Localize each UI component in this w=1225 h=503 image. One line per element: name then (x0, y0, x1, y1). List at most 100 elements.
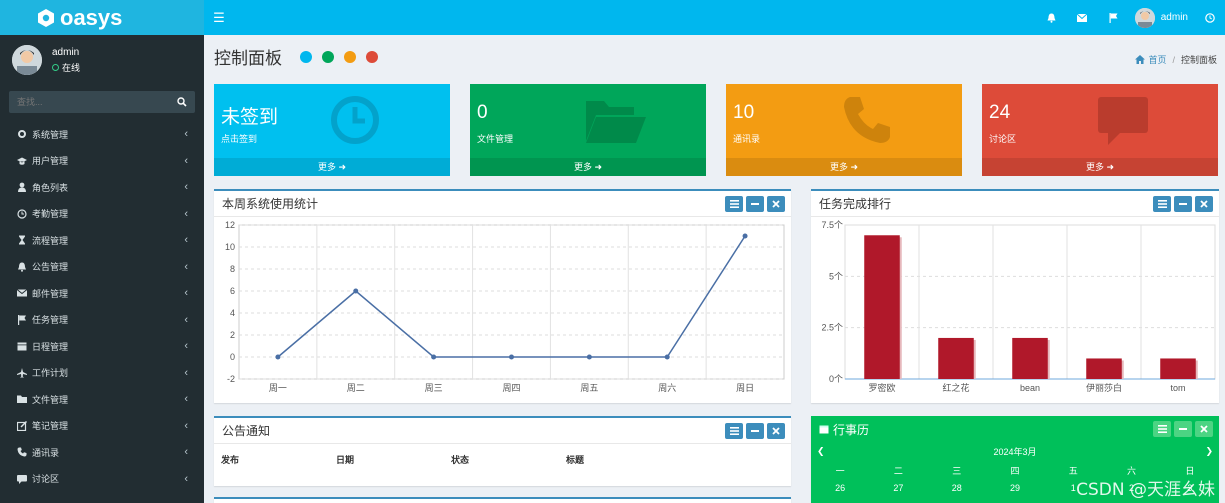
sidebar-item[interactable]: 通讯录 ‹ (0, 439, 204, 466)
bell-icon[interactable] (1036, 0, 1067, 35)
sidebar-item-label: 用户管理 (32, 156, 69, 167)
user-avatar (1134, 7, 1155, 28)
sidebar-item[interactable]: 任务管理 ‹ (0, 307, 204, 334)
user-menu[interactable]: admin (1129, 7, 1194, 28)
theme-dot-orange[interactable] (344, 50, 356, 63)
sidebar-item[interactable]: 文件管理 ‹ (0, 386, 204, 413)
stat-more-link[interactable]: 更多 ➜ (470, 158, 706, 176)
bar (1086, 358, 1122, 379)
panel-header: 公告通知 (214, 418, 791, 444)
sidebar-item-label: 公告管理 (32, 262, 69, 273)
weekday-label: 二 (893, 465, 903, 476)
y-tick-label: 4 (230, 308, 235, 318)
sidebar-menu: 系统管理 ‹ 用户管理 ‹ 角色列表 ‹ 考勤管理 ‹ 流程管理 ‹ 公告管理 ‹ 邮件管理 ‹ 任务管理 ‹… (0, 121, 204, 492)
panel-header: 行事历 (811, 416, 1219, 442)
data-point (431, 354, 437, 360)
breadcrumb: 首页 / 控制面板 (1135, 53, 1217, 66)
chevron-left-icon: ‹ (184, 287, 188, 300)
hexagon-logo-icon (38, 8, 54, 27)
data-point (742, 233, 748, 239)
search-icon[interactable] (169, 91, 195, 113)
sidebar-item[interactable]: 角色列表 ‹ (0, 174, 204, 201)
close-icon[interactable] (1195, 421, 1213, 437)
flag-icon[interactable] (1098, 0, 1129, 35)
list-icon[interactable] (1153, 195, 1171, 212)
theme-dot-green[interactable] (322, 50, 334, 63)
sidebar-item[interactable]: 公告管理 ‹ (0, 254, 204, 281)
stat-box-forum[interactable]: 24 讨论区 更多 ➜ (982, 84, 1218, 176)
x-tick-label: 周六 (658, 382, 676, 393)
stat-value: 10 (733, 102, 755, 123)
sidebar: admin 在线 系统管理‹用户管理‹角色列表‹考勤管理‹流程管理‹公告管理‹邮… (0, 35, 204, 503)
minimize-icon[interactable] (746, 195, 764, 212)
list-icon[interactable] (725, 422, 743, 439)
list-icon[interactable] (1153, 421, 1171, 437)
calendar-day[interactable]: 27 (869, 483, 927, 493)
panel-tools (1153, 195, 1213, 212)
brand-logo[interactable]: oasys (0, 0, 204, 35)
close-icon[interactable] (1195, 195, 1213, 212)
sidebar-toggle-icon[interactable]: ☰ (204, 10, 234, 26)
sidebar-item-label: 考勤管理 (32, 209, 69, 220)
breadcrumb-current: 控制面板 (1180, 55, 1217, 65)
sidebar-item[interactable]: 工作计划 ‹ (0, 360, 204, 387)
chevron-right-icon[interactable]: ❯ (1205, 446, 1213, 457)
close-icon[interactable] (767, 422, 785, 439)
chevron-left-icon[interactable]: ❮ (817, 446, 825, 457)
app-root: oasys ☰ admin admin 在线 查找... 系统管理 ‹ 用户管理… (0, 0, 1225, 503)
sidebar-item[interactable]: 考勤管理 ‹ (0, 201, 204, 228)
chevron-left-icon: ‹ (184, 234, 188, 247)
envelope-icon[interactable] (1067, 0, 1098, 35)
sidebar-item[interactable]: 系统管理 ‹ (0, 121, 204, 148)
stat-box-contacts[interactable]: 10 通讯录 更多 ➜ (726, 84, 962, 176)
y-tick-label: 8 (230, 264, 235, 274)
sidebar-item[interactable]: 用户管理 ‹ (0, 148, 204, 175)
data-point (586, 354, 592, 360)
online-status-icon (52, 63, 59, 71)
sidebar-item[interactable]: 日程管理 ‹ (0, 333, 204, 360)
sidebar-item[interactable]: 流程管理 ‹ (0, 227, 204, 254)
panel-tools (725, 422, 785, 439)
stat-more-link[interactable]: 更多 ➜ (214, 158, 450, 176)
weekday-label: 三 (952, 465, 962, 476)
list-icon[interactable] (725, 195, 743, 212)
clock-icon[interactable] (1194, 0, 1225, 35)
y-tick-label: 2.5个 (821, 323, 843, 333)
flag-icon (17, 314, 27, 325)
stat-label[interactable]: 点击签到 (221, 132, 257, 145)
sidebar-item[interactable]: 笔记管理 ‹ (0, 413, 204, 440)
breadcrumb-separator: / (1172, 54, 1175, 65)
chevron-left-icon: ‹ (184, 446, 188, 459)
chevron-left-icon: ‹ (184, 154, 188, 167)
chevron-left-icon: ‹ (184, 181, 188, 194)
minimize-icon[interactable] (746, 422, 764, 439)
sidebar-item[interactable]: 讨论区 ‹ (0, 466, 204, 493)
data-point (353, 288, 359, 294)
sidebar-item[interactable]: 邮件管理 ‹ (0, 280, 204, 307)
breadcrumb-home[interactable]: 首页 (1135, 53, 1166, 66)
graduation-cap-icon (17, 156, 27, 166)
phone-icon (17, 447, 27, 457)
stat-box-signin[interactable]: 未签到 点击签到 更多 ➜ (214, 84, 450, 176)
chevron-left-icon: ‹ (184, 393, 188, 406)
gear-icon (17, 129, 27, 139)
stat-more-link[interactable]: 更多 ➜ (726, 158, 962, 176)
phone-icon (844, 97, 890, 143)
theme-dot-blue[interactable] (300, 50, 312, 63)
stat-more-link[interactable]: 更多 ➜ (982, 158, 1218, 176)
theme-dot-red[interactable] (366, 50, 378, 63)
bar (864, 235, 900, 379)
sidebar-search-input[interactable] (9, 97, 169, 107)
bar (1012, 337, 1048, 379)
calendar-day[interactable]: 26 (811, 483, 869, 493)
stat-value: 24 (989, 102, 1011, 123)
minimize-icon[interactable] (1174, 195, 1192, 212)
panel-title: 任务完成排行 (819, 197, 892, 211)
calendar-day[interactable]: 28 (928, 483, 986, 493)
calendar-day[interactable]: 29 (986, 483, 1044, 493)
minimize-icon[interactable] (1174, 421, 1192, 437)
close-icon[interactable] (767, 195, 785, 212)
stat-box-files[interactable]: 0 文件管理 更多 ➜ (470, 84, 706, 176)
sidebar-search (9, 91, 195, 113)
sidebar-item-label: 文件管理 (32, 394, 69, 405)
